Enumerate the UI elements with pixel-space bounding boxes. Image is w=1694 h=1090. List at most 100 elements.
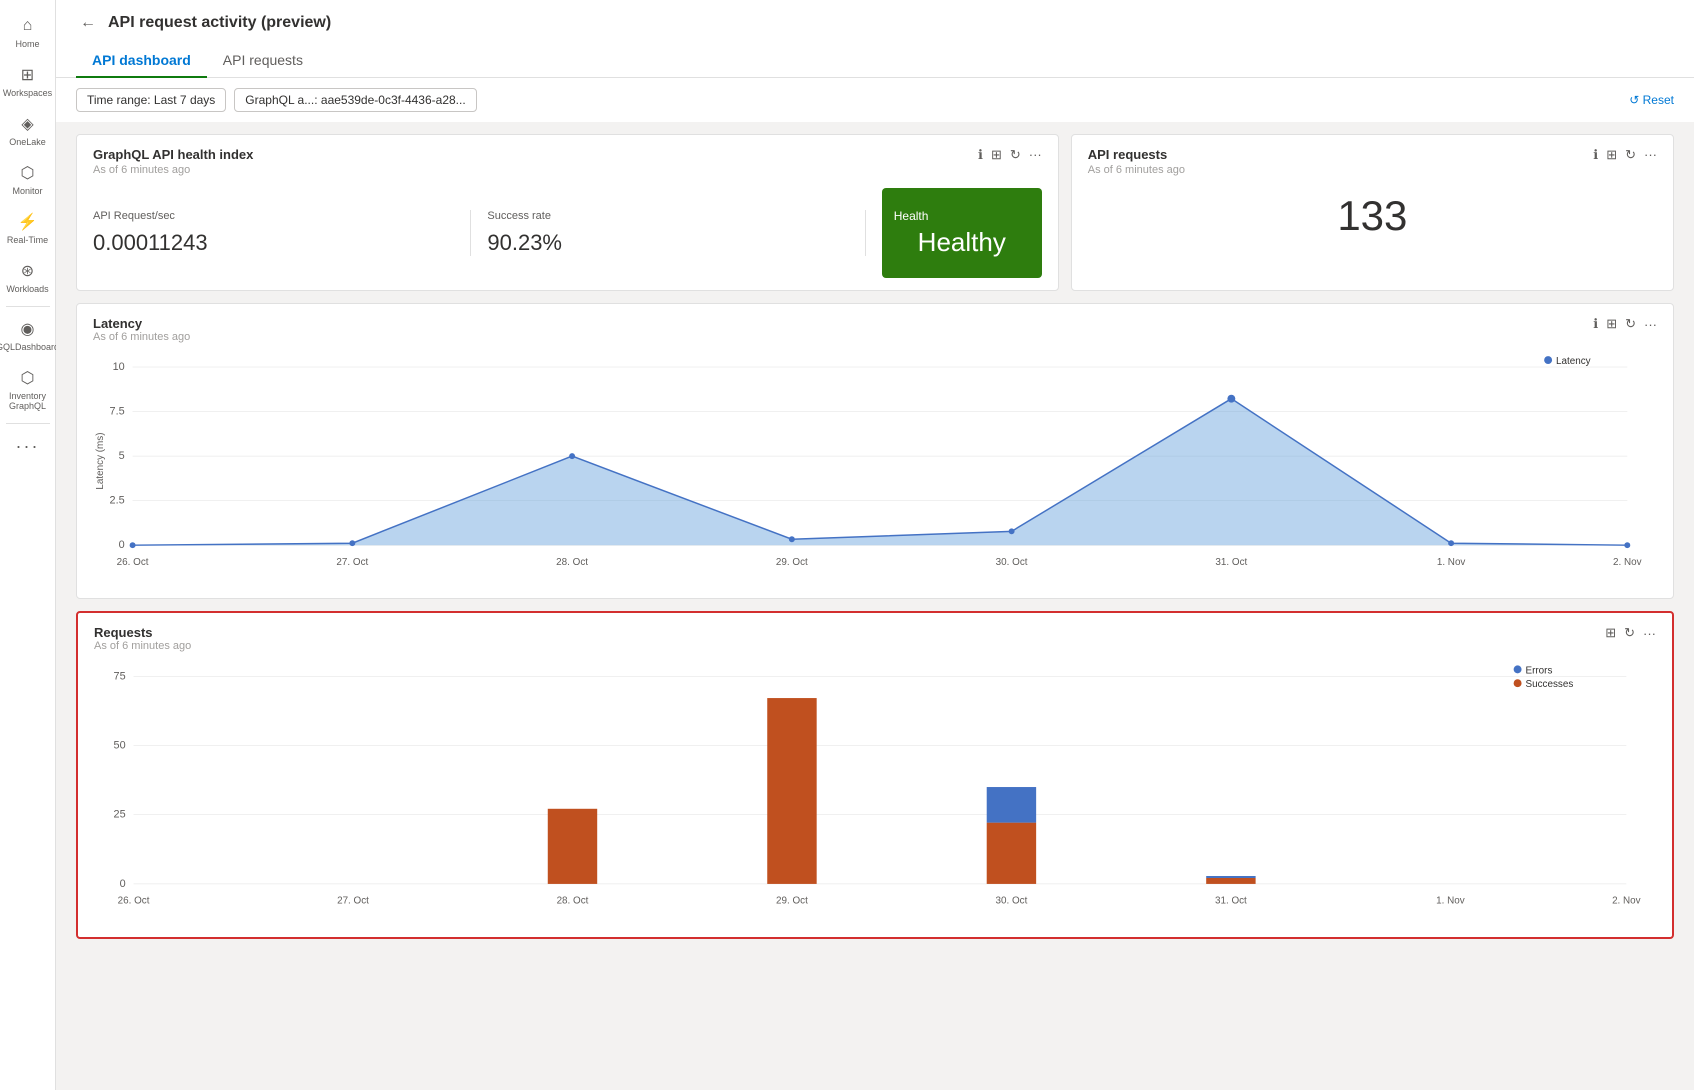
api-requests-card-subtitle: As of 6 minutes ago [1088,164,1657,176]
sidebar-item-onelake[interactable]: ◈ OneLake [0,106,55,155]
grid-icon-2[interactable]: ⊞ [1606,147,1617,163]
svg-text:2. Nov: 2. Nov [1613,557,1642,568]
sidebar-item-realtime[interactable]: ⚡ Real-Time [0,204,55,253]
grid-icon-4[interactable]: ⊞ [1605,625,1616,641]
tab-api-dashboard[interactable]: API dashboard [76,44,207,78]
info-icon-3[interactable]: ℹ [1593,316,1598,332]
requests-chart-title: Requests [94,625,1605,640]
api-requests-card: ℹ ⊞ ↻ ··· API requests As of 6 minutes a… [1071,134,1674,291]
back-button[interactable]: ← [76,12,100,34]
info-icon-2[interactable]: ℹ [1593,147,1598,163]
more-options-icon-4[interactable]: ··· [1643,626,1656,641]
svg-text:50: 50 [114,739,126,751]
sidebar-item-inventory-graphql[interactable]: ⬡ Inventory GraphQL [0,360,55,419]
svg-text:10: 10 [113,361,125,373]
grid-icon-3[interactable]: ⊞ [1606,316,1617,332]
onelake-icon: ◈ [18,114,38,134]
latency-chart-subtitle: As of 6 minutes ago [93,331,1593,343]
requests-chart-icons: ⊞ ↻ ··· [1605,625,1656,641]
sidebar-item-label: Real-Time [7,235,48,245]
more-options-icon-2[interactable]: ··· [1644,147,1657,163]
grid-icon[interactable]: ⊞ [991,147,1002,163]
home-icon: ⌂ [18,16,38,36]
time-range-filter[interactable]: Time range: Last 7 days [76,88,226,112]
sidebar-item-label: OneLake [9,137,46,147]
success-rate-label: Success rate [487,210,848,222]
svg-text:29. Oct: 29. Oct [776,557,808,568]
gql-dashboard-icon: ◉ [18,319,38,339]
refresh-icon-2[interactable]: ↻ [1625,147,1636,163]
svg-text:31. Oct: 31. Oct [1215,557,1247,568]
sidebar-item-label: Monitor [12,186,42,196]
reset-button[interactable]: ↺ Reset [1629,93,1674,107]
bar-30oct-successes [987,823,1036,884]
bar-29oct-successes [767,698,816,884]
bar-31oct-successes [1206,878,1255,884]
bar-31oct-errors [1206,876,1255,878]
more-options-icon-3[interactable]: ··· [1644,317,1657,332]
bar-28oct-successes [548,809,597,884]
api-card-icons: ℹ ⊞ ↻ ··· [1593,147,1657,163]
svg-text:26. Oct: 26. Oct [118,896,150,907]
svg-text:31. Oct: 31. Oct [1215,896,1247,907]
latency-chart-wrapper: 10 7.5 5 2.5 0 Latency (ms) [93,351,1657,586]
bar-30oct-errors [987,787,1036,823]
success-rate-metric: Success rate 90.23% [487,210,865,256]
content-area: ℹ ⊞ ↻ ··· GraphQL API health index As of… [56,122,1694,1090]
svg-text:30. Oct: 30. Oct [996,557,1028,568]
svg-text:26. Oct: 26. Oct [117,557,149,568]
requests-chart-wrapper: 75 50 25 0 [94,660,1656,925]
refresh-icon-3[interactable]: ↻ [1625,316,1636,332]
health-card-title: GraphQL API health index [93,147,1042,162]
health-status-value: Healthy [918,227,1006,258]
svg-text:7.5: 7.5 [110,406,125,418]
header: ← API request activity (preview) API das… [56,0,1694,78]
realtime-icon: ⚡ [18,212,38,232]
sidebar-item-label: Workspaces [3,88,52,98]
refresh-icon[interactable]: ↻ [1010,147,1021,163]
sidebar-item-home[interactable]: ⌂ Home [0,8,55,57]
svg-text:28. Oct: 28. Oct [556,557,588,568]
health-status-box: Health Healthy [882,188,1042,278]
latency-chart-icons: ℹ ⊞ ↻ ··· [1593,316,1657,332]
svg-text:30. Oct: 30. Oct [996,896,1028,907]
svg-text:Errors: Errors [1526,665,1553,676]
sidebar-item-workspaces[interactable]: ⊞ Workspaces [0,57,55,106]
requests-chart-subtitle: As of 6 minutes ago [94,640,1605,652]
sidebar-item-gql-dashboard[interactable]: ◉ GQLDashboard [0,311,55,360]
tabs: API dashboard API requests [76,44,1674,77]
svg-text:5: 5 [119,450,125,462]
sidebar-divider [6,306,50,307]
api-request-sec-value: 0.00011243 [93,230,454,256]
card-icons: ℹ ⊞ ↻ ··· [978,147,1042,163]
page-title: API request activity (preview) [108,14,331,32]
workloads-icon: ⊛ [18,261,38,281]
graphql-api-filter[interactable]: GraphQL a...: aae539de-0c3f-4436-a28... [234,88,476,112]
svg-text:Latency (ms): Latency (ms) [95,433,106,490]
health-card-body: API Request/sec 0.00011243 Success rate … [93,188,1042,278]
requests-chart-card: Requests As of 6 minutes ago ⊞ ↻ ··· 75 … [76,611,1674,939]
latency-chart-card: Latency As of 6 minutes ago ℹ ⊞ ↻ ··· 10… [76,303,1674,599]
main-content: ← API request activity (preview) API das… [56,0,1694,1090]
refresh-icon-4[interactable]: ↻ [1624,625,1635,641]
toolbar: Time range: Last 7 days GraphQL a...: aa… [56,78,1694,122]
svg-text:0: 0 [119,539,125,551]
sidebar-item-label: GQLDashboard [0,342,59,352]
sidebar-item-monitor[interactable]: ⬡ Monitor [0,155,55,204]
workspaces-icon: ⊞ [18,65,38,85]
health-card-subtitle: As of 6 minutes ago [93,164,1042,176]
tab-api-requests[interactable]: API requests [207,44,319,78]
more-icon: ··· [16,436,40,457]
sidebar-item-more[interactable]: ··· [0,428,55,465]
svg-text:Successes: Successes [1526,679,1574,690]
more-options-icon[interactable]: ··· [1029,147,1042,163]
svg-text:0: 0 [120,878,126,890]
svg-text:25: 25 [114,809,126,821]
inventory-graphql-icon: ⬡ [18,368,38,388]
svg-text:27. Oct: 27. Oct [337,896,369,907]
sidebar-item-workloads[interactable]: ⊛ Workloads [0,253,55,302]
svg-text:2.5: 2.5 [110,495,125,507]
latency-chart-title: Latency [93,316,1593,331]
latency-svg: 10 7.5 5 2.5 0 Latency (ms) [93,351,1657,581]
info-icon[interactable]: ℹ [978,147,983,163]
